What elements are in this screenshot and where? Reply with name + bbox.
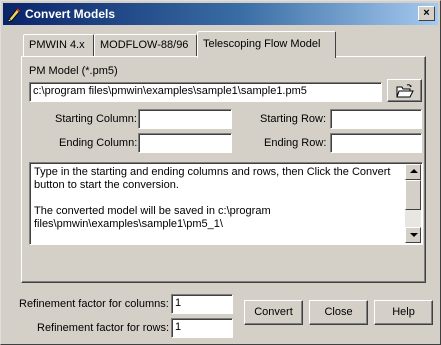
scroll-thumb[interactable]: [405, 180, 421, 210]
scroll-up-button[interactable]: [405, 164, 421, 180]
pm-model-label: PM Model (*.pm5): [29, 65, 118, 77]
close-button-label: Close: [324, 306, 353, 318]
browse-button[interactable]: [387, 79, 422, 102]
starting-row-input[interactable]: [330, 109, 422, 129]
starting-column-input[interactable]: [138, 109, 232, 129]
ending-column-label: Ending Column:: [59, 137, 138, 149]
info-output-path: The converted model will be saved in c:\…: [34, 205, 271, 230]
starting-column-label: Starting Column:: [55, 113, 137, 125]
convert-models-dialog: Convert Models × PMWIN 4.x MODFLOW-88/96…: [0, 0, 441, 345]
close-icon: ×: [423, 7, 430, 19]
scroll-down-button[interactable]: [405, 227, 421, 243]
help-button[interactable]: Help: [374, 300, 433, 325]
tab-label: MODFLOW-88/96: [100, 39, 189, 51]
ending-row-label: Ending Row:: [264, 137, 327, 149]
tab-modflow[interactable]: MODFLOW-88/96: [94, 34, 197, 56]
ending-row-input[interactable]: [330, 133, 422, 153]
arrow-down-icon: [410, 233, 418, 237]
open-folder-icon: [396, 84, 414, 98]
pen-icon: [7, 8, 21, 22]
pm-model-path-field[interactable]: c:\program files\pmwin\examples\sample1\…: [29, 82, 382, 102]
convert-button[interactable]: Convert: [244, 300, 303, 325]
refinement-rows-input[interactable]: 1: [171, 318, 233, 338]
info-instructions: Type in the starting and ending columns …: [34, 166, 391, 191]
refinement-columns-input[interactable]: 1: [171, 294, 233, 314]
window-title: Convert Models: [25, 7, 116, 21]
ending-column-input[interactable]: [138, 133, 232, 153]
close-button[interactable]: Close: [309, 300, 368, 325]
arrow-up-icon: [410, 169, 418, 173]
convert-button-label: Convert: [254, 306, 293, 318]
tab-pmwin[interactable]: PMWIN 4.x: [23, 34, 94, 56]
tab-telescoping-flow-model[interactable]: Telescoping Flow Model: [197, 31, 336, 58]
close-window-button[interactable]: ×: [418, 6, 435, 21]
tab-panel: PM Model (*.pm5) c:\program files\pmwin\…: [21, 56, 426, 283]
info-scrollbar[interactable]: [405, 164, 421, 243]
help-button-label: Help: [392, 306, 415, 318]
starting-row-label: Starting Row:: [260, 113, 327, 125]
refinement-rows-label: Refinement factor for rows:: [37, 322, 170, 334]
info-text: Type in the starting and ending columns …: [34, 166, 404, 231]
tab-label: PMWIN 4.x: [29, 39, 85, 51]
refinement-columns-label: Refinement factor for columns:: [19, 298, 169, 310]
title-bar[interactable]: Convert Models ×: [3, 3, 438, 25]
info-textbox[interactable]: Type in the starting and ending columns …: [29, 162, 423, 245]
tab-label: Telescoping Flow Model: [203, 38, 321, 50]
